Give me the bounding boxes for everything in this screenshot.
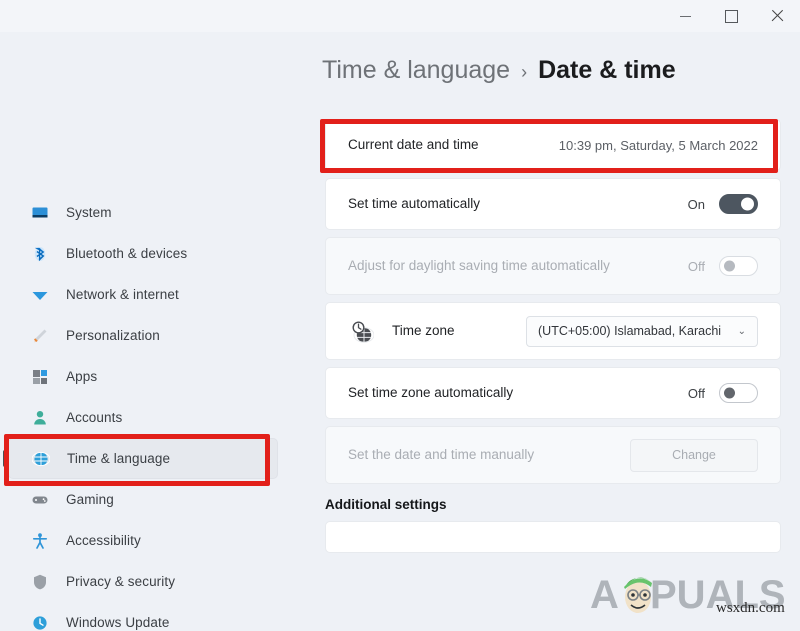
set-time-automatically-state: On xyxy=(687,196,705,212)
sidebar-item-bluetooth-devices[interactable]: Bluetooth & devices xyxy=(8,233,278,274)
additional-settings-card[interactable] xyxy=(325,521,781,553)
page-title: Date & time xyxy=(538,56,676,84)
maximize-button[interactable] xyxy=(708,0,754,32)
accessibility-icon xyxy=(30,531,50,551)
daylight-saving-control: Off xyxy=(688,256,758,276)
settings-list: Current date and time 10:39 pm, Saturday… xyxy=(325,119,781,553)
additional-settings-heading: Additional settings xyxy=(325,497,447,512)
sidebar-item-accessibility[interactable]: Accessibility xyxy=(8,520,278,561)
daylight-saving-row: Adjust for daylight saving time automati… xyxy=(325,237,781,295)
set-time-automatically-row[interactable]: Set time automatically On xyxy=(325,178,781,230)
set-time-automatically-toggle[interactable] xyxy=(719,194,758,214)
sidebar-item-label: Network & internet xyxy=(66,287,179,302)
sidebar-item-label: Windows Update xyxy=(66,615,170,630)
shield-icon xyxy=(30,572,50,592)
breadcrumb-parent[interactable]: Time & language xyxy=(322,56,510,85)
change-button: Change xyxy=(630,438,758,472)
time-zone-label: Time zone xyxy=(392,322,455,338)
current-date-time-label: Current date and time xyxy=(348,136,479,152)
globe-clock-icon xyxy=(348,318,375,344)
close-button[interactable] xyxy=(754,0,800,32)
paintbrush-icon xyxy=(30,326,50,346)
toggle-knob xyxy=(724,260,735,272)
title-bar xyxy=(0,0,800,32)
set-time-automatically-label: Set time automatically xyxy=(348,195,481,211)
minimize-icon xyxy=(679,15,691,17)
monitor-icon xyxy=(30,203,50,223)
sidebar-item-accounts[interactable]: Accounts xyxy=(8,397,278,438)
sidebar-item-label: Bluetooth & devices xyxy=(66,246,188,261)
main-content: Time & language › Date & time Current da… xyxy=(290,32,800,631)
toggle-knob xyxy=(741,197,754,211)
daylight-saving-toggle xyxy=(719,256,758,276)
set-date-time-manually-row: Set the date and time manually Change xyxy=(325,426,781,484)
sidebar-item-personalization[interactable]: Personalization xyxy=(8,315,278,356)
sidebar-item-label: Apps xyxy=(66,369,98,384)
toggle-knob xyxy=(724,387,735,399)
sidebar-item-gaming[interactable]: Gaming xyxy=(8,479,278,520)
minimize-button[interactable] xyxy=(662,0,708,32)
sidebar-item-label: Accounts xyxy=(66,410,123,425)
sidebar: System Bluetooth & devices Network & int… xyxy=(0,32,290,631)
sidebar-item-apps[interactable]: Apps xyxy=(8,356,278,397)
set-timezone-automatically-toggle[interactable] xyxy=(719,383,758,403)
set-timezone-automatically-state: Off xyxy=(687,385,705,401)
time-zone-dropdown[interactable]: (UTC+05:00) Islamabad, Karachi ⌄ xyxy=(526,315,758,347)
update-icon xyxy=(30,613,50,631)
breadcrumb: Time & language › Date & time xyxy=(322,56,676,85)
sidebar-item-label: Accessibility xyxy=(66,533,141,548)
settings-window: System Bluetooth & devices Network & int… xyxy=(0,0,800,631)
daylight-saving-state: Off xyxy=(687,258,705,274)
set-timezone-automatically-label: Set time zone automatically xyxy=(348,384,514,400)
globe-clock-icon xyxy=(31,449,51,469)
close-icon xyxy=(771,10,783,22)
set-timezone-automatically-row[interactable]: Set time zone automatically Off xyxy=(325,367,781,419)
sidebar-item-network-internet[interactable]: Network & internet xyxy=(8,274,278,315)
sidebar-item-time-language[interactable]: Time & language xyxy=(3,438,278,479)
daylight-saving-label: Adjust for daylight saving time automati… xyxy=(348,257,610,273)
sidebar-item-system[interactable]: System xyxy=(8,192,278,233)
set-timezone-automatically-control[interactable]: Off xyxy=(688,383,758,403)
sidebar-item-label: Privacy & security xyxy=(66,574,176,589)
chevron-down-icon: ⌄ xyxy=(737,325,746,337)
time-zone-value: (UTC+05:00) Islamabad, Karachi xyxy=(538,324,722,338)
gamepad-icon xyxy=(30,490,50,510)
chevron-right-icon: › xyxy=(521,62,528,82)
sidebar-item-label: System xyxy=(66,205,112,220)
sidebar-item-privacy-security[interactable]: Privacy & security xyxy=(8,561,278,602)
time-zone-row[interactable]: Time zone (UTC+05:00) Islamabad, Karachi… xyxy=(325,302,781,360)
set-time-automatically-control[interactable]: On xyxy=(688,194,758,214)
bluetooth-icon xyxy=(30,244,50,264)
set-date-time-manually-label: Set the date and time manually xyxy=(348,446,535,462)
person-icon xyxy=(30,408,50,428)
watermark-site-text: wsxdn.com xyxy=(716,600,785,616)
wifi-icon xyxy=(30,285,50,305)
sidebar-item-label: Time & language xyxy=(67,451,171,466)
current-date-time-value: 10:39 pm, Saturday, 5 March 2022 xyxy=(558,137,758,153)
sidebar-item-windows-update[interactable]: Windows Update xyxy=(8,602,278,631)
apps-icon xyxy=(30,367,50,387)
sidebar-item-label: Personalization xyxy=(66,328,160,343)
maximize-icon xyxy=(724,9,738,23)
current-date-time-row: Current date and time 10:39 pm, Saturday… xyxy=(325,119,781,171)
sidebar-item-label: Gaming xyxy=(66,492,114,507)
